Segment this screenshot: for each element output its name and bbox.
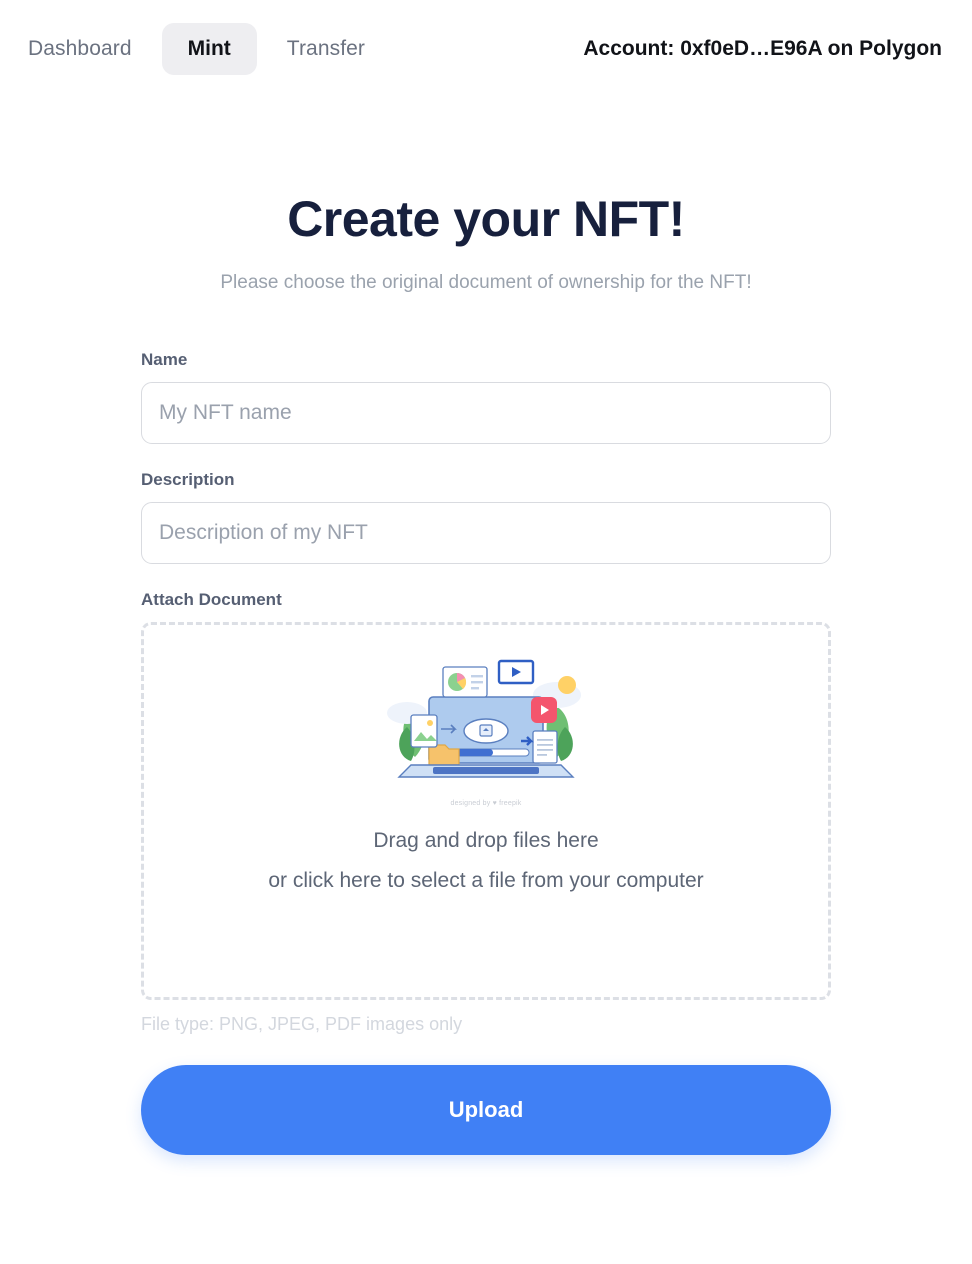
nav-item-dashboard[interactable]: Dashboard — [28, 37, 154, 61]
cloud-upload-illustration — [387, 659, 581, 778]
file-dropzone[interactable]: designed by ♥ freepik Drag and drop file… — [141, 622, 831, 1000]
dropzone-instructions: Drag and drop files here or click here t… — [268, 821, 703, 901]
mint-form: Name Description Attach Document — [141, 350, 831, 1155]
page-subtitle: Please choose the original document of o… — [220, 272, 752, 293]
top-navigation: Dashboard Mint Transfer Account: 0xf0eD…… — [0, 0, 972, 98]
name-field-group: Name — [141, 350, 831, 444]
account-status: Account: 0xf0eD…E96A on Polygon — [583, 37, 942, 60]
name-input[interactable] — [141, 382, 831, 444]
page-header: Create your NFT! Please choose the origi… — [0, 190, 972, 294]
attach-field-group: Attach Document designed by ♥ freepik Dr… — [141, 590, 831, 1035]
upload-illustration-wrap: designed by ♥ freepik — [381, 653, 591, 807]
nav-item-mint[interactable]: Mint — [161, 23, 257, 75]
nav-item-transfer[interactable]: Transfer — [265, 37, 387, 61]
dropzone-line-1: Drag and drop files here — [373, 829, 599, 852]
illustration-credit: designed by ♥ freepik — [450, 800, 522, 807]
description-input[interactable] — [141, 502, 831, 564]
page-title: Create your NFT! — [287, 191, 685, 247]
dropzone-line-2: or click here to select a file from your… — [268, 868, 704, 892]
description-field-group: Description — [141, 470, 831, 564]
file-type-hint: File type: PNG, JPEG, PDF images only — [141, 1014, 463, 1034]
name-label: Name — [141, 350, 188, 369]
upload-button[interactable]: Upload — [141, 1065, 831, 1155]
description-label: Description — [141, 470, 235, 489]
attach-document-label: Attach Document — [141, 590, 282, 609]
